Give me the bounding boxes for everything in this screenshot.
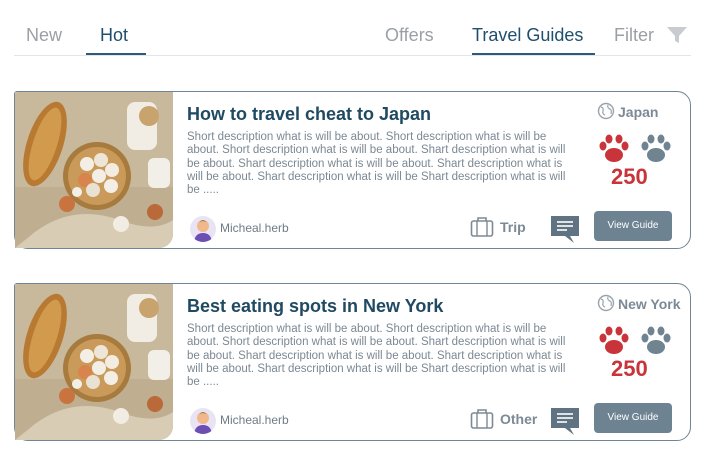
guide-description: Short description what is will be about.… <box>187 131 566 197</box>
guide-title[interactable]: Best eating spots in New York <box>187 296 443 317</box>
tab-divider <box>14 55 691 56</box>
location-label: Japan <box>618 104 659 120</box>
paw-grey-icon[interactable] <box>640 326 672 356</box>
vote-count: 250 <box>611 356 648 381</box>
view-guide-button[interactable]: View Guide <box>594 403 672 433</box>
suitcase-icon <box>470 409 494 429</box>
tab-offers[interactable]: Offers <box>385 25 434 46</box>
avatar[interactable] <box>190 216 216 242</box>
author-name[interactable]: Micheal.herb <box>220 413 289 427</box>
guide-description: Short description what is will be about.… <box>187 323 566 389</box>
paw-grey-icon[interactable] <box>640 134 672 164</box>
filter-button[interactable]: Filter <box>614 25 654 46</box>
tab-hot[interactable]: Hot <box>100 25 128 46</box>
comment-icon[interactable] <box>550 214 580 244</box>
tab-travel-guides[interactable]: Travel Guides <box>472 25 583 46</box>
guide-card[interactable]: How to travel cheat to Japan Short descr… <box>14 91 691 249</box>
paw-red-icon[interactable] <box>598 326 630 356</box>
paw-red-icon[interactable] <box>598 134 630 164</box>
suitcase-icon <box>470 217 494 237</box>
guide-title[interactable]: How to travel cheat to Japan <box>187 104 431 125</box>
category-label: Trip <box>500 219 526 235</box>
avatar[interactable] <box>190 408 216 434</box>
globe-icon <box>597 294 615 312</box>
guide-photo <box>15 284 173 440</box>
tab-bar: New Hot Offers Travel Guides Filter <box>0 0 711 60</box>
globe-icon <box>597 102 615 120</box>
guide-card[interactable]: Best eating spots in New York Short desc… <box>14 283 691 441</box>
filter-funnel-icon[interactable] <box>666 25 688 45</box>
view-guide-button[interactable]: View Guide <box>594 211 672 241</box>
guide-photo <box>15 92 173 248</box>
location-label: New York <box>618 296 681 312</box>
tab-new[interactable]: New <box>26 25 62 46</box>
vote-count: 250 <box>611 164 648 189</box>
author-name[interactable]: Micheal.herb <box>220 221 289 235</box>
category-label: Other <box>500 411 538 427</box>
comment-icon[interactable] <box>550 406 580 436</box>
